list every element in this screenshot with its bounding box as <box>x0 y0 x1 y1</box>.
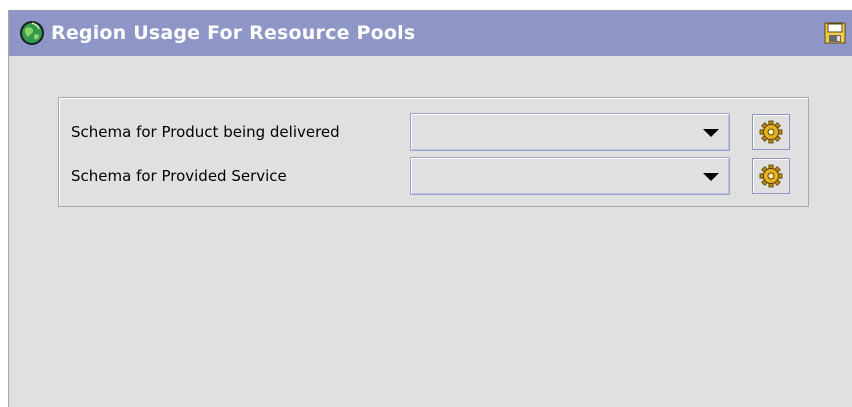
globe-icon <box>20 21 44 45</box>
panel-titlebar: Region Usage For Resource Pools <box>9 10 852 56</box>
product-schema-label: Schema for Product being delivered <box>71 123 340 141</box>
product-schema-row: Schema for Product being delivered <box>59 113 808 153</box>
dropdown-arrow-icon[interactable] <box>703 129 719 137</box>
dropdown-arrow-icon[interactable] <box>703 173 719 181</box>
service-schema-row: Schema for Provided Service <box>59 157 808 197</box>
product-schema-gear-button[interactable] <box>752 114 790 150</box>
service-schema-gear-button[interactable] <box>752 158 790 194</box>
save-icon[interactable] <box>824 22 846 44</box>
service-schema-label: Schema for Provided Service <box>71 167 287 185</box>
region-usage-panel: Region Usage For Resource Pools Schema f… <box>8 10 852 407</box>
service-schema-select[interactable] <box>410 157 730 195</box>
panel-title: Region Usage For Resource Pools <box>51 22 416 44</box>
schema-form-group: Schema for Product being delivered Schem… <box>58 97 809 207</box>
gear-icon <box>759 120 783 144</box>
gear-icon <box>759 164 783 188</box>
product-schema-select[interactable] <box>410 113 730 151</box>
